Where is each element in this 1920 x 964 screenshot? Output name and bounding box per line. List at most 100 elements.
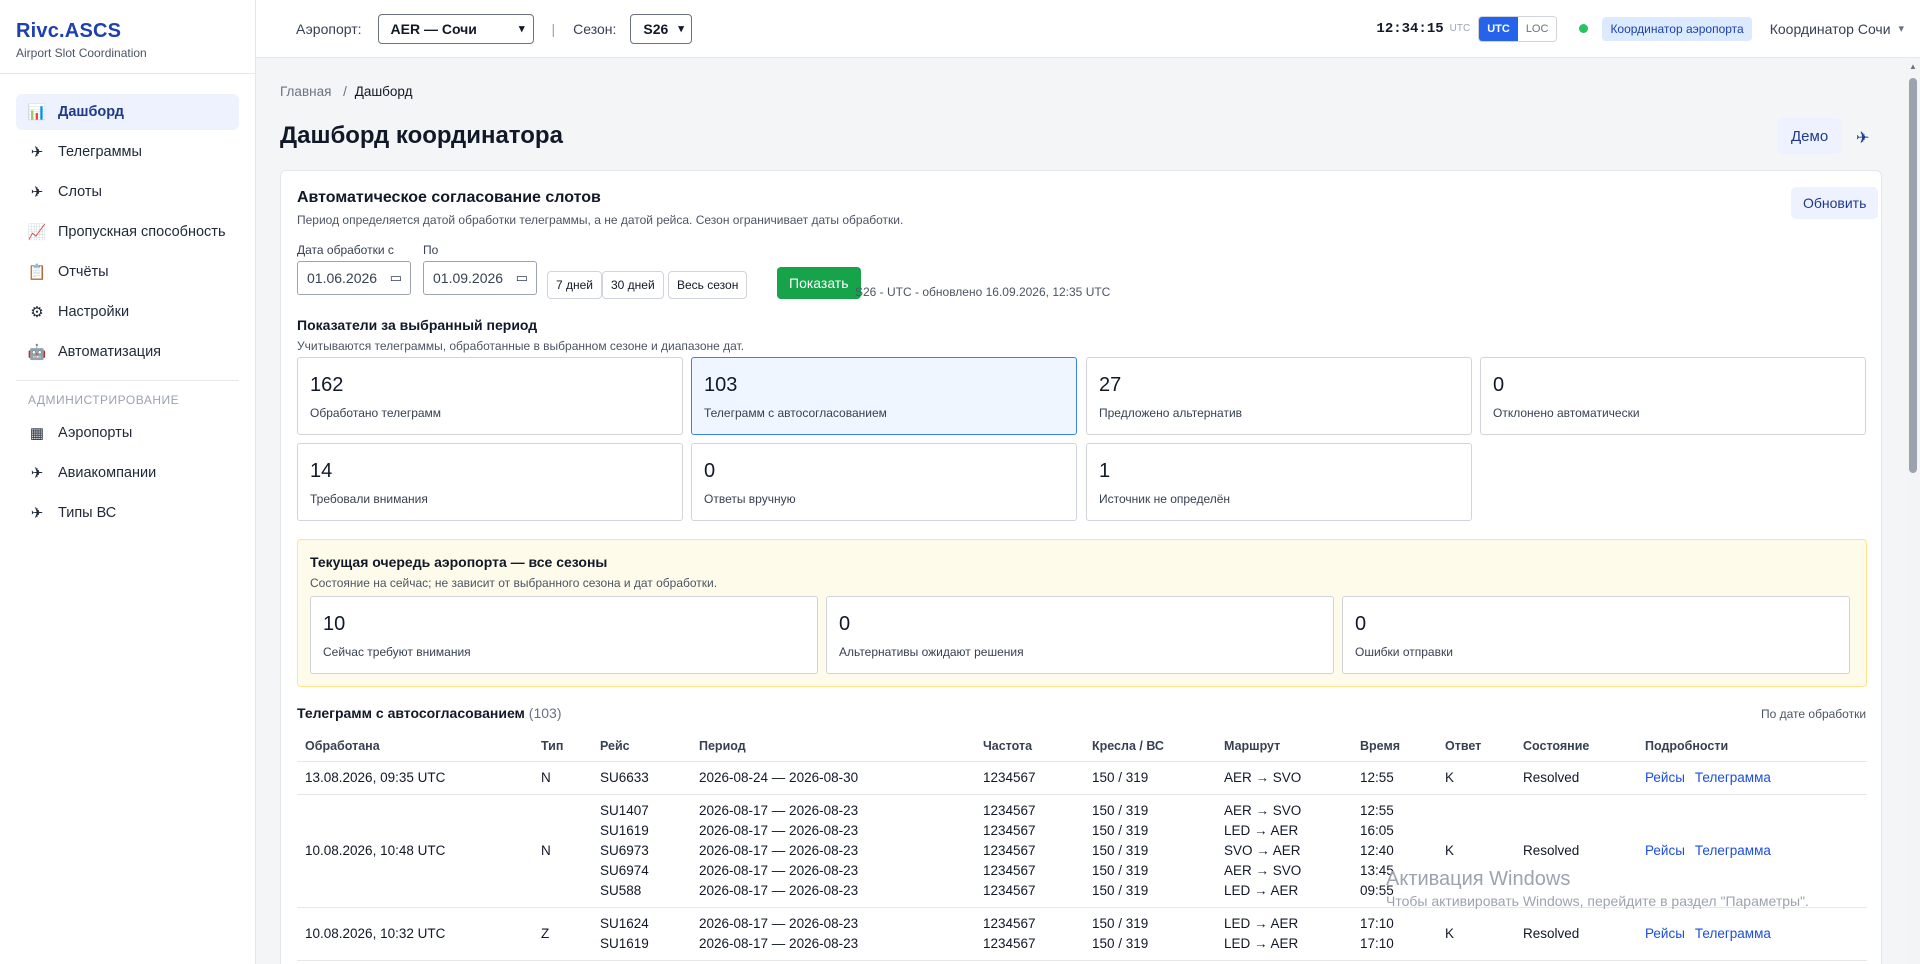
- scrollbar[interactable]: ▲: [1906, 58, 1920, 964]
- sidebar-item-telegrams[interactable]: ✈ Телеграммы: [16, 134, 239, 170]
- metrics-subtitle: Учитываются телеграммы, обработанные в в…: [297, 339, 745, 353]
- tz-utc-button[interactable]: UTC: [1479, 16, 1518, 41]
- stat-unknown-source[interactable]: 1 Источник не определён: [1086, 443, 1472, 521]
- date-from-input[interactable]: 01.06.2026 ▭: [297, 261, 411, 295]
- table-row[interactable]: 10.08.2026, 10:32 UTC Z SU1624 SU1619 2026-0…: [297, 907, 1867, 961]
- calendar-icon[interactable]: ▭: [390, 270, 402, 286]
- tz-loc-button[interactable]: LOC: [1517, 16, 1557, 41]
- sidebar-item-aircraft-types[interactable]: ✈ Типы ВС: [16, 495, 239, 531]
- flights-link[interactable]: Рейсы: [1645, 770, 1685, 785]
- cell-line: AER → SVO: [1224, 769, 1302, 785]
- telegram-link[interactable]: Телеграмма: [1695, 770, 1771, 785]
- show-button[interactable]: Показать: [777, 267, 861, 299]
- telegram-link[interactable]: Телеграмма: [1695, 843, 1771, 858]
- stat-label: Ошибки отправки: [1355, 645, 1453, 659]
- cell-line: LED → AER: [1224, 822, 1299, 838]
- table-cell: Z: [533, 907, 592, 961]
- table-cell: 1234567 1234567 1234567 1234567 1234567: [975, 794, 1084, 908]
- col-processed: Обработана: [297, 731, 533, 762]
- sidebar-item-reports[interactable]: 📋 Отчёты: [16, 254, 239, 290]
- sidebar-item-label: Автоматизация: [58, 344, 162, 360]
- sidebar-item-airports[interactable]: ▦ Аэропорты: [16, 415, 239, 451]
- cell-line: 2026-08-17 — 2026-08-23: [699, 882, 859, 898]
- status-dot: [1579, 24, 1589, 33]
- cell-line: SU1619: [600, 822, 649, 838]
- table-cell: K: [1437, 907, 1515, 961]
- stat-manual[interactable]: 0 Ответы вручную: [691, 443, 1077, 521]
- queue-stat-errors[interactable]: 0 Ошибки отправки: [1342, 596, 1850, 674]
- stat-attention[interactable]: 14 Требовали внимания: [297, 443, 683, 521]
- date-to-label: По: [423, 243, 439, 257]
- cell-line: SU1407: [600, 802, 649, 818]
- table-cell: 17:10 17:10: [1352, 907, 1437, 961]
- season-select[interactable]: S26 ▾: [630, 13, 693, 44]
- nav-divider: [16, 380, 239, 381]
- sidebar-item-label: Авиакомпании: [58, 465, 157, 481]
- refresh-button[interactable]: Обновить: [1791, 187, 1879, 219]
- range-7-days-button[interactable]: 7 дней: [547, 271, 603, 299]
- stat-rejected[interactable]: 0 Отклонено автоматически: [1480, 357, 1866, 435]
- sidebar-item-airlines[interactable]: ✈ Авиакомпании: [16, 455, 239, 491]
- timezone-toggle: UTC LOC: [1478, 15, 1558, 42]
- cell-line: 1234567: [983, 769, 1036, 785]
- sidebar-item-label: Пропускная способность: [58, 224, 226, 240]
- stat-label: Сейчас требуют внимания: [323, 645, 471, 659]
- flights-link[interactable]: Рейсы: [1645, 843, 1685, 858]
- cell-line: 17:10: [1360, 935, 1394, 951]
- clock: 12:34:15: [1376, 20, 1444, 37]
- cell-stack: LED → AER LED → AER: [1224, 914, 1352, 954]
- table-row[interactable]: 13.08.2026, 09:35 UTC N SU6633 2026-08-24 —…: [297, 761, 1867, 795]
- calendar-icon[interactable]: ▭: [516, 270, 528, 286]
- stat-value: 14: [310, 460, 333, 482]
- cell-line: 150 / 319: [1092, 862, 1149, 878]
- cell-line: 2026-08-17 — 2026-08-23: [699, 822, 859, 838]
- cell-line: AER → SVO: [1224, 802, 1302, 818]
- cell-line: 150 / 319: [1092, 802, 1149, 818]
- sidebar-item-automation[interactable]: 🤖 Автоматизация: [16, 334, 239, 370]
- range-30-days-button[interactable]: 30 дней: [602, 271, 664, 299]
- date-to-input[interactable]: 01.09.2026 ▭: [423, 261, 537, 295]
- sidebar-item-slots[interactable]: ✈ Слоты: [16, 174, 239, 210]
- table-title: Телеграмм с автосогласованием (103): [297, 705, 561, 721]
- sidebar-item-dashboard[interactable]: 📊 Дашборд: [16, 94, 239, 130]
- queue-stat-alternatives[interactable]: 0 Альтернативы ожидают решения: [826, 596, 1334, 674]
- range-season-button[interactable]: Весь сезон: [668, 271, 748, 299]
- table-cell: 2026-08-24 — 2026-08-30: [691, 761, 975, 795]
- brand: Rivc.ASCS Airport Slot Coordination: [0, 0, 255, 74]
- cell-stack: AER → SVO LED → AER SVO → AER AER → SVO LED …: [1224, 801, 1352, 901]
- table-cell: SU1624 SU1619: [592, 907, 691, 961]
- flights-link[interactable]: Рейсы: [1645, 926, 1685, 941]
- stat-label: Обработано телеграмм: [310, 406, 442, 420]
- stat-processed[interactable]: 162 Обработано телеграмм: [297, 357, 683, 435]
- table-sort-label[interactable]: По дате обработки: [1761, 707, 1866, 721]
- queue-stat-attention[interactable]: 10 Сейчас требуют внимания: [310, 596, 818, 674]
- chevron-down-icon[interactable]: ▾: [1899, 22, 1905, 35]
- stat-alternatives[interactable]: 27 Предложено альтернатив: [1086, 357, 1472, 435]
- sidebar-item-capacity[interactable]: 📈 Пропускная способность: [16, 214, 239, 250]
- stat-label: Ответы вручную: [704, 492, 796, 506]
- table-cell: LED → AER LED → AER: [1216, 907, 1352, 961]
- stat-label: Альтернативы ожидают решения: [839, 645, 1024, 659]
- cell-line: 17:10: [1360, 915, 1394, 931]
- user-menu[interactable]: Координатор Сочи: [1770, 21, 1891, 37]
- demo-button[interactable]: Демо: [1777, 118, 1843, 154]
- table-cell: 10.08.2026, 10:48 UTC: [297, 794, 533, 908]
- airport-select[interactable]: AER — Сочи ▾: [377, 13, 534, 44]
- sidebar-item-settings[interactable]: ⚙ Настройки: [16, 294, 239, 330]
- table-cell: 10.08.2026, 10:32 UTC: [297, 907, 533, 961]
- table-row[interactable]: 10.08.2026, 10:48 UTC N SU1407 SU1619 SU6973…: [297, 794, 1867, 908]
- telegram-link[interactable]: Телеграмма: [1695, 926, 1771, 941]
- date-from-value: 01.06.2026: [307, 270, 378, 286]
- table-cell: SU1407 SU1619 SU6973 SU6974 SU588: [592, 794, 691, 908]
- table-cell: 150 / 319 150 / 319: [1084, 907, 1216, 961]
- breadcrumb-home[interactable]: Главная: [280, 84, 331, 99]
- cell-line: 2026-08-17 — 2026-08-23: [699, 862, 859, 878]
- plane-settings-icon[interactable]: ✈: [1856, 128, 1869, 148]
- scrollbar-thumb[interactable]: [1909, 78, 1917, 473]
- brand-title[interactable]: Rivc.ASCS: [16, 20, 239, 43]
- grid-icon: ▦: [29, 424, 45, 442]
- trend-icon: 📈: [27, 223, 47, 241]
- stat-auto-approved[interactable]: 103 Телеграмм с автосогласованием: [691, 357, 1077, 435]
- cell-stack: 150 / 319 150 / 319: [1092, 914, 1216, 954]
- scroll-up-icon[interactable]: ▲: [1909, 62, 1917, 71]
